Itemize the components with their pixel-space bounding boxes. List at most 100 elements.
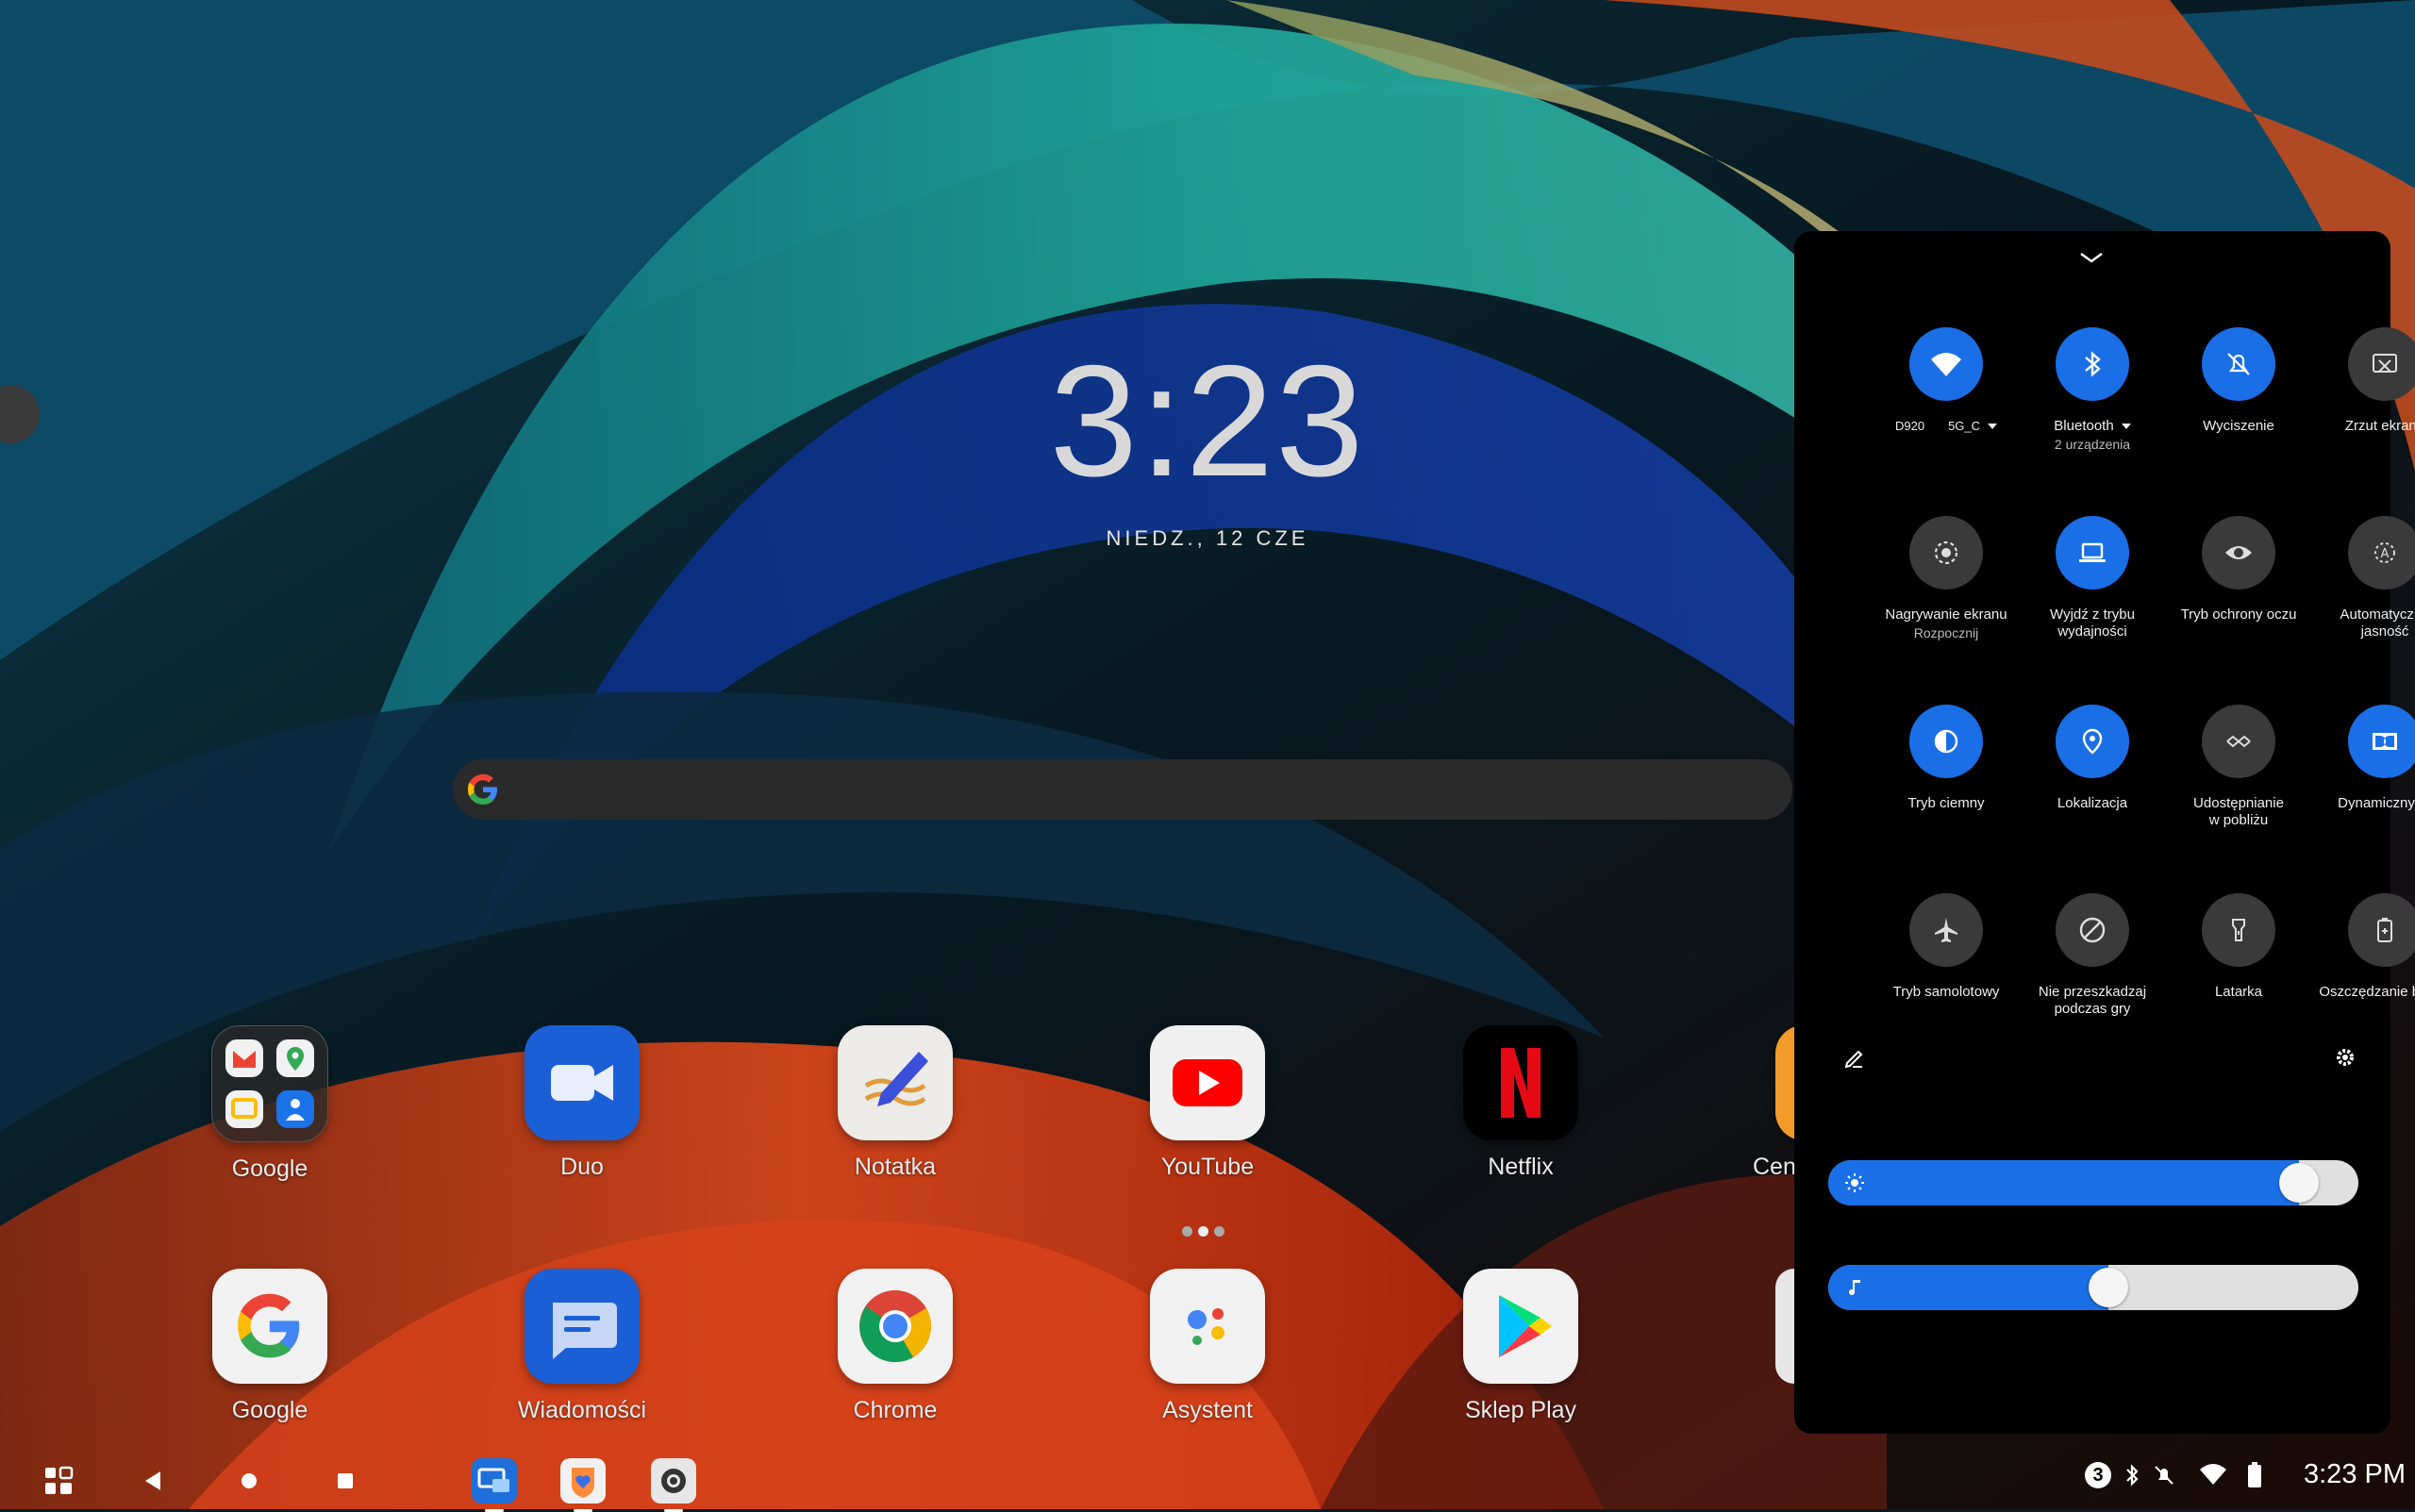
taskbar: 3: [0, 1453, 2415, 1512]
tile-label: Lokalizacja: [2057, 795, 2128, 811]
tile-airplane[interactable]: Tryb samolotowy: [1875, 893, 2017, 1001]
tile-eye-protection[interactable]: Tryb ochrony oczu: [2168, 516, 2309, 623]
bluetooth-icon: [2085, 351, 2101, 377]
mute-icon: [2227, 353, 2250, 375]
clock[interactable]: 3:23: [1019, 330, 1396, 512]
play-store-icon: [1499, 1295, 1552, 1357]
app-google-folder[interactable]: Google: [190, 1025, 350, 1183]
app-label: Netflix: [1488, 1154, 1554, 1180]
tile-label: Latarka: [2214, 984, 2263, 1000]
page-indicator: [1179, 1224, 1236, 1237]
duo-icon: [551, 1065, 613, 1101]
messages-icon: [553, 1303, 617, 1359]
google-icon: [238, 1293, 300, 1358]
taskbar-app-settings[interactable]: [651, 1458, 696, 1512]
volume-knob[interactable]: [2089, 1268, 2128, 1307]
tile-location[interactable]: Lokalizacja: [2022, 705, 2163, 812]
app-duo[interactable]: Duo: [502, 1025, 662, 1181]
app-label: Google: [231, 1397, 308, 1423]
tile-label: Wyciszenie: [2203, 418, 2274, 434]
google-search-bar[interactable]: [453, 759, 1792, 820]
chrome-icon: [859, 1290, 932, 1363]
tile-label: Nie przeszkadzaj podczas gry: [2038, 984, 2147, 1017]
app-youtube[interactable]: YouTube: [1127, 1025, 1288, 1181]
app-wiadomosci[interactable]: Wiadomości: [502, 1269, 662, 1424]
brightness-sun-icon: [1845, 1173, 1864, 1192]
tile-dolby[interactable]: Dynamiczny: [2314, 705, 2415, 812]
notification-count-badge[interactable]: 3: [2085, 1462, 2111, 1488]
edit-pencil-icon[interactable]: [1841, 1044, 1868, 1071]
google-g-icon: [468, 773, 497, 805]
eye-icon: [2225, 546, 2252, 559]
brightness-knob[interactable]: [2279, 1163, 2319, 1203]
settings-gear-icon[interactable]: [2332, 1044, 2358, 1071]
tile-mute[interactable]: Wyciszenie: [2168, 327, 2309, 435]
app-chrome[interactable]: Chrome: [815, 1269, 975, 1424]
tile-performance-mode[interactable]: Wyjdź z trybu wydajności: [2022, 516, 2163, 640]
app-label: Sklep Play: [1464, 1397, 1577, 1423]
tile-wifi[interactable]: D920 5G_C: [1875, 327, 2017, 435]
partial-app-icon[interactable]: [1775, 1269, 1794, 1384]
brightness-slider[interactable]: [1828, 1160, 2358, 1205]
flashlight-icon: [2232, 919, 2245, 941]
airplane-icon: [1935, 918, 1957, 942]
app-label: Wiadomości: [517, 1397, 647, 1423]
app-netflix[interactable]: Netflix: [1441, 1025, 1601, 1181]
taskbar-app-care[interactable]: [560, 1458, 606, 1512]
tile-flashlight[interactable]: Latarka: [2168, 893, 2309, 1001]
app-sklep-play[interactable]: Sklep Play: [1441, 1269, 1601, 1424]
volume-slider[interactable]: [1828, 1265, 2358, 1310]
wifi-icon: [1931, 353, 1961, 376]
date[interactable]: NIEDZ., 12 CZE: [1019, 526, 1396, 551]
taskbar-app-desktop[interactable]: [472, 1458, 517, 1512]
app-google[interactable]: Google: [190, 1269, 350, 1424]
screenshot-icon: [2373, 354, 2397, 373]
mute-status-icon: [2155, 1466, 2174, 1485]
wifi-status-icon: [2200, 1464, 2226, 1485]
tile-label: Zrzut ekranu: [2344, 418, 2415, 434]
tile-auto-brightness[interactable]: A Automatyczna jasność: [2314, 516, 2415, 640]
collapse-chevron-icon[interactable]: [2068, 244, 2115, 273]
tile-battery-saver[interactable]: Oszczędzanie baterii: [2314, 893, 2415, 1001]
wifi-ssid-right: 5G_C: [1948, 419, 1981, 433]
nearby-share-icon: [2226, 735, 2251, 748]
bluetooth-dropdown-caret[interactable]: [2121, 424, 2131, 430]
dolby-icon: [2373, 733, 2397, 750]
netflix-icon: [1501, 1048, 1541, 1118]
tile-label: Tryb ochrony oczu: [2180, 606, 2297, 623]
svg-text:A: A: [2381, 547, 2390, 561]
dark-mode-icon: [1934, 729, 1958, 754]
laptop-icon: [2079, 542, 2106, 562]
desktop-mode-icon: [477, 1468, 509, 1492]
heart-shield-icon: [572, 1468, 594, 1498]
tile-nearby-share[interactable]: Udostępnianie w pobliżu: [2168, 705, 2309, 829]
app-label: Chrome: [853, 1397, 938, 1423]
assistant-icon: [1188, 1308, 1224, 1345]
tile-sublabel: 2 urządzenia: [2054, 437, 2131, 452]
tile-screen-record[interactable]: Nagrywanie ekranu Rozpocznij: [1875, 516, 2017, 640]
battery-status-icon: [2248, 1462, 2261, 1487]
tile-game-dnd[interactable]: Nie przeszkadzaj podczas gry: [2022, 893, 2163, 1018]
screen-record-icon: [1934, 540, 1958, 565]
app-asystent[interactable]: Asystent: [1127, 1269, 1288, 1424]
app-label: Asystent: [1162, 1397, 1253, 1423]
battery-saver-icon: [2377, 918, 2392, 942]
tile-label: Bluetooth: [2054, 418, 2114, 434]
back-icon[interactable]: [136, 1464, 170, 1498]
app-drawer-icon[interactable]: [42, 1464, 75, 1498]
location-icon: [2082, 728, 2103, 755]
tile-screenshot[interactable]: Zrzut ekranu: [2314, 327, 2415, 435]
do-not-disturb-icon: [2079, 917, 2106, 943]
brightness-fill: [1828, 1160, 2299, 1205]
tile-label: Tryb samolotowy: [1892, 984, 2000, 1000]
home-icon[interactable]: [232, 1464, 266, 1498]
wifi-dropdown-caret[interactable]: [1988, 424, 1998, 430]
app-notatka[interactable]: Notatka: [815, 1025, 975, 1181]
tile-label: Automatyczna jasność: [2340, 606, 2415, 640]
tile-dark-mode[interactable]: Tryb ciemny: [1875, 705, 2017, 812]
tile-bluetooth[interactable]: Bluetooth 2 urządzenia: [2022, 327, 2163, 452]
status-time[interactable]: 3:23 PM: [2292, 1459, 2406, 1497]
settings-gear-icon: [661, 1469, 686, 1493]
wifi-ssid-left: D920: [1894, 419, 1925, 433]
recents-icon[interactable]: [328, 1464, 362, 1498]
